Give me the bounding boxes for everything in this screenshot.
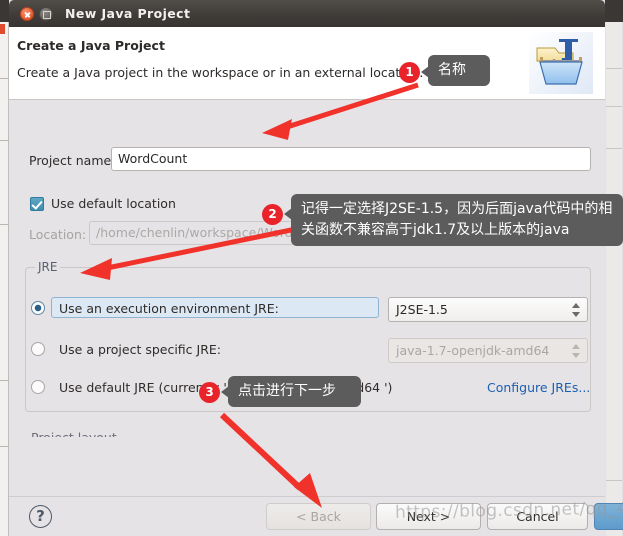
annotation-badge-2: 2 — [262, 204, 283, 225]
background-window-scrollbar[interactable] — [606, 22, 622, 536]
jre-execution-env-label: Use an execution environment JRE: — [59, 301, 279, 316]
annotation-tooltip-1: 名称 — [428, 55, 490, 86]
dialog-form: Project name: WordCount Use default loca… — [9, 101, 605, 496]
jre-group-label: JRE — [35, 260, 61, 274]
window-title: New Java Project — [65, 6, 191, 21]
window-titlebar[interactable]: New Java Project — [9, 0, 605, 27]
background-scrollbar-tick — [606, 106, 622, 107]
jre-execution-env-radio[interactable] — [31, 301, 45, 315]
new-java-project-dialog: Create a Java Project Create a Java proj… — [9, 27, 623, 536]
annotation-tooltip-2: 记得一定选择J2SE-1.5，因为后面java代码中的相关函数不兼容高于jdk1… — [291, 194, 623, 246]
configure-jres-link[interactable]: Configure JREs... — [487, 380, 590, 395]
chevron-down-icon[interactable] — [572, 312, 580, 317]
background-divider — [0, 78, 9, 79]
use-default-location-checkbox[interactable] — [30, 197, 44, 211]
background-divider — [0, 380, 9, 381]
background-window-right-titlebar — [605, 0, 623, 22]
maximize-icon[interactable] — [39, 7, 53, 21]
page-subtitle: Create a Java project in the workspace o… — [17, 65, 424, 80]
background-window-left-titlebar — [0, 0, 9, 22]
project-name-input[interactable]: WordCount — [111, 147, 591, 171]
background-window-left-edge — [0, 0, 9, 536]
location-label: Location: — [29, 227, 87, 242]
use-default-location-label: Use default location — [51, 196, 176, 211]
background-scrollbar-tick — [606, 68, 622, 69]
jre-project-specific-radio[interactable] — [31, 342, 45, 356]
jre-default-radio[interactable] — [31, 380, 45, 394]
background-divider — [0, 140, 9, 141]
execution-env-combo-value: J2SE-1.5 — [396, 302, 448, 317]
chevron-up-icon[interactable] — [572, 303, 580, 308]
background-window-accent — [0, 24, 5, 34]
background-scrollbar-tick — [606, 148, 622, 149]
execution-env-combo[interactable]: J2SE-1.5 — [388, 297, 588, 322]
close-icon[interactable] — [20, 7, 34, 21]
help-icon[interactable]: ? — [29, 505, 52, 528]
screenshot-root: New Java Project Create a Java Project C… — [0, 0, 623, 536]
annotation-badge-3: 3 — [199, 382, 220, 403]
project-name-label: Project name: — [29, 153, 116, 168]
chevron-up-icon[interactable] — [572, 344, 580, 349]
project-specific-jre-combo[interactable]: java-1.7-openjdk-amd64 — [388, 338, 588, 363]
java-project-folder-icon — [529, 32, 593, 94]
project-specific-jre-combo-value: java-1.7-openjdk-amd64 — [396, 343, 550, 358]
background-scrollbar-tick — [606, 480, 622, 481]
back-button[interactable]: < Back — [266, 503, 371, 530]
annotation-badge-1: 1 — [399, 62, 420, 83]
background-divider — [0, 224, 9, 225]
background-divider — [0, 446, 9, 447]
project-layout-label: Project layout — [31, 430, 117, 437]
page-title: Create a Java Project — [17, 38, 165, 53]
chevron-down-icon[interactable] — [572, 353, 580, 358]
dialog-header: Create a Java Project Create a Java proj… — [9, 27, 605, 100]
jre-project-specific-label: Use a project specific JRE: — [59, 342, 221, 357]
annotation-tooltip-3: 点击进行下一步 — [228, 376, 361, 407]
